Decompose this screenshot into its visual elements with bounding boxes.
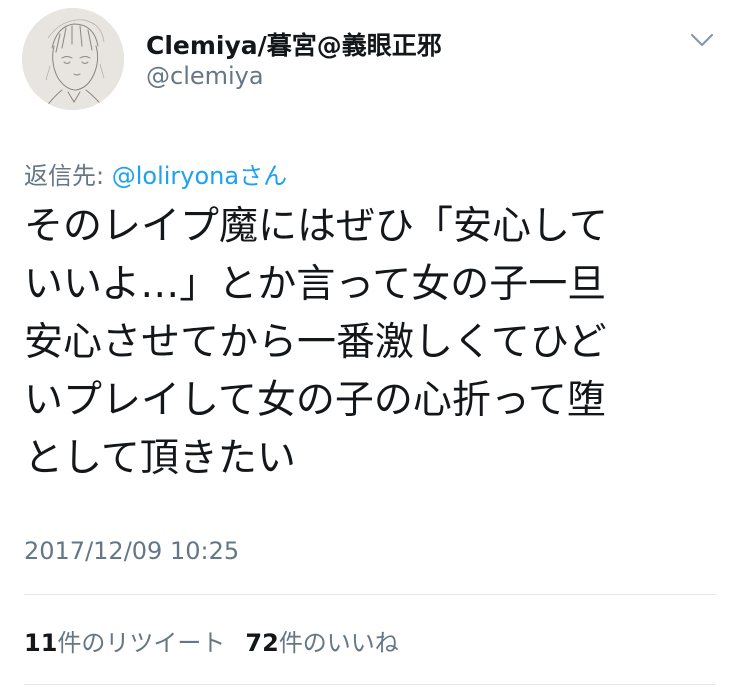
tweet-text-line: として頂きたい — [24, 436, 296, 481]
reply-context: 返信先: @loliryonaさん — [24, 156, 287, 191]
tweet-timestamp[interactable]: 2017/12/09 10:25 — [24, 537, 239, 565]
author-handle[interactable]: @clemiya — [146, 62, 264, 90]
likes-label: 件のいいね — [278, 629, 399, 657]
avatar-sketch-image — [22, 8, 124, 110]
divider — [24, 684, 716, 685]
chevron-down-icon[interactable] — [690, 32, 714, 48]
likes-stat[interactable]: 72件のいいね — [245, 629, 398, 657]
retweets-label: 件のリツイート — [57, 629, 226, 657]
tweet-text-line: いいよ…」とか言って女の子一旦 — [24, 262, 607, 307]
avatar[interactable] — [22, 8, 124, 110]
tweet-text-line: 安心させてから一番激しくてひど — [24, 320, 607, 365]
reply-prefix: 返信先: — [24, 162, 105, 190]
engagement-stats: 11件のリツイート 72件のいいね — [24, 623, 399, 658]
author-display-name[interactable]: Clemiya/暮宮@義眼正邪 — [146, 26, 442, 62]
retweets-stat[interactable]: 11件のリツイート — [24, 629, 225, 657]
divider — [24, 594, 716, 595]
likes-count: 72 — [245, 629, 279, 657]
reply-mention-link[interactable]: @loliryonaさん — [112, 162, 287, 190]
tweet-text-line: そのレイプ魔にはぜひ「安心して — [24, 204, 608, 249]
tweet-detail: Clemiya/暮宮@義眼正邪 @clemiya 返信先: @loliryona… — [0, 0, 741, 687]
retweets-count: 11 — [24, 629, 58, 657]
tweet-text-line: いプレイして女の子の心折って堕 — [24, 378, 606, 423]
tweet-text: そのレイプ魔にはぜひ「安心して いいよ…」とか言って女の子一旦 安心させてから一… — [24, 198, 714, 488]
